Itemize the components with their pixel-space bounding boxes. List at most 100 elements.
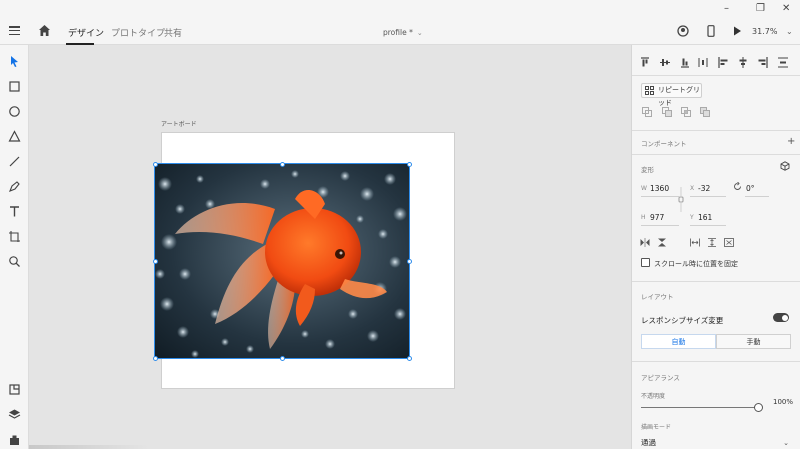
pen-tool-icon[interactable] [8, 180, 21, 193]
y-label: Y [690, 214, 694, 221]
opacity-slider-track[interactable] [641, 407, 759, 408]
boolean-subtract-icon[interactable] [662, 107, 672, 117]
width-label: W [641, 185, 647, 192]
x-label: X [690, 185, 695, 192]
fit-width-icon[interactable] [690, 238, 700, 247]
appearance-title: アピアランス [641, 374, 680, 382]
responsive-resize-label: レスポンシブサイズ変更 [641, 316, 724, 325]
blend-mode-select[interactable]: 通過 ⌄ [641, 436, 791, 449]
close-icon[interactable]: ✕ [782, 3, 790, 14]
property-inspector: リピートグリッド コンポーネント + 変形 W 1360 X -32 0° H … [631, 45, 800, 449]
canvas-edge-shadow [29, 445, 149, 449]
width-underline [641, 196, 679, 197]
rotation-value[interactable]: 0° [746, 184, 755, 193]
artboard-label[interactable]: アートボード [161, 119, 197, 128]
select-tool-icon[interactable] [8, 55, 21, 68]
resize-handle-top-left[interactable] [153, 162, 158, 167]
x-value[interactable]: -32 [698, 184, 710, 193]
panel-divider [632, 154, 800, 155]
play-icon[interactable] [731, 25, 743, 37]
align-top-icon[interactable] [640, 57, 650, 68]
layers-panel-icon[interactable] [8, 408, 21, 421]
align-left-icon[interactable] [718, 57, 728, 68]
x-underline [690, 196, 726, 197]
width-value[interactable]: 1360 [650, 184, 669, 193]
line-tool-icon[interactable] [8, 155, 21, 168]
fit-content-icon[interactable] [724, 238, 734, 247]
document-title[interactable]: profile * ⌄ [383, 28, 423, 37]
3d-transform-icon[interactable] [780, 161, 790, 171]
opacity-slider-thumb[interactable] [754, 403, 763, 412]
fix-scroll-checkbox[interactable] [641, 258, 650, 267]
resize-handle-bottom-left[interactable] [153, 356, 158, 361]
resize-handle-right[interactable] [407, 259, 412, 264]
ellipse-tool-icon[interactable] [8, 105, 21, 118]
hamburger-menu-icon[interactable] [9, 26, 20, 36]
chevron-down-icon: ⌄ [416, 29, 423, 37]
align-toolbar [640, 57, 798, 69]
flip-horizontal-icon[interactable] [640, 238, 650, 247]
zoom-level[interactable]: 31.7% [752, 27, 777, 36]
zoom-tool-icon[interactable] [8, 255, 21, 268]
assets-panel-icon[interactable] [8, 383, 21, 396]
blend-mode-value: 通過 [641, 438, 656, 447]
resize-auto-button[interactable]: 自動 [641, 334, 716, 349]
align-right-icon[interactable] [758, 57, 768, 68]
rectangle-tool-icon[interactable] [8, 80, 21, 93]
resize-handle-left[interactable] [153, 259, 158, 264]
align-middle-icon[interactable] [660, 57, 670, 68]
restore-icon[interactable]: ❐ [756, 3, 765, 14]
align-bottom-icon[interactable] [680, 57, 690, 68]
zoom-chevron-icon[interactable]: ⌄ [786, 27, 793, 36]
opacity-label: 不透明度 [641, 393, 666, 400]
responsive-resize-toggle[interactable] [773, 313, 789, 322]
user-account-icon[interactable] [677, 25, 689, 37]
panel-divider [632, 130, 800, 131]
tab-prototype[interactable]: プロトタイプ [111, 26, 165, 39]
y-underline [690, 225, 726, 226]
rotation-icon[interactable] [733, 182, 742, 191]
resize-handle-top[interactable] [280, 162, 285, 167]
design-canvas[interactable]: アートボード [29, 45, 631, 449]
boolean-add-icon[interactable] [642, 107, 652, 117]
aspect-lock-icon[interactable] [678, 187, 684, 212]
resize-manual-button[interactable]: 手動 [716, 334, 791, 349]
align-center-icon[interactable] [738, 57, 748, 68]
repeat-grid-icon [645, 86, 654, 95]
tab-design[interactable]: デザイン [68, 26, 104, 39]
plugins-panel-icon[interactable] [8, 433, 21, 446]
boolean-intersect-icon[interactable] [681, 107, 691, 117]
artboard-tool-icon[interactable] [8, 230, 21, 243]
height-value[interactable]: 977 [650, 213, 664, 222]
add-component-icon[interactable]: + [787, 136, 795, 147]
resize-handle-bottom-right[interactable] [407, 356, 412, 361]
flip-vertical-icon[interactable] [657, 238, 667, 247]
components-title: コンポーネント [641, 140, 687, 148]
polygon-tool-icon[interactable] [8, 130, 21, 143]
home-icon[interactable] [38, 24, 51, 37]
resize-handle-top-right[interactable] [407, 162, 412, 167]
resize-handle-bottom[interactable] [280, 356, 285, 361]
opacity-value[interactable]: 100% [773, 398, 793, 406]
layout-title: レイアウト [641, 293, 674, 301]
height-underline [641, 225, 679, 226]
minimize-icon[interactable]: – [724, 3, 729, 14]
tab-share[interactable]: 共有 [164, 26, 182, 39]
panel-divider [632, 361, 800, 362]
xd-app-window: – ❐ ✕ デザイン プロトタイプ 共有 profile * ⌄ 31.7% ⌄ … [0, 0, 800, 449]
rotation-underline [745, 196, 769, 197]
repeat-grid-button[interactable]: リピートグリッド [641, 83, 702, 107]
goldfish-photo[interactable] [154, 163, 410, 359]
mobile-preview-icon[interactable] [705, 25, 717, 37]
y-value[interactable]: 161 [698, 213, 712, 222]
height-label: H [641, 214, 646, 221]
blend-mode-label: 描画モード [641, 424, 672, 431]
distribute-vertical-icon[interactable] [778, 57, 788, 68]
tool-bar [0, 45, 29, 449]
text-tool-icon[interactable] [8, 205, 21, 218]
fit-height-icon[interactable] [707, 238, 717, 247]
panel-divider [632, 281, 800, 282]
document-title-text: profile * [383, 28, 413, 37]
distribute-horizontal-icon[interactable] [698, 57, 708, 68]
boolean-exclude-icon[interactable] [700, 107, 710, 117]
